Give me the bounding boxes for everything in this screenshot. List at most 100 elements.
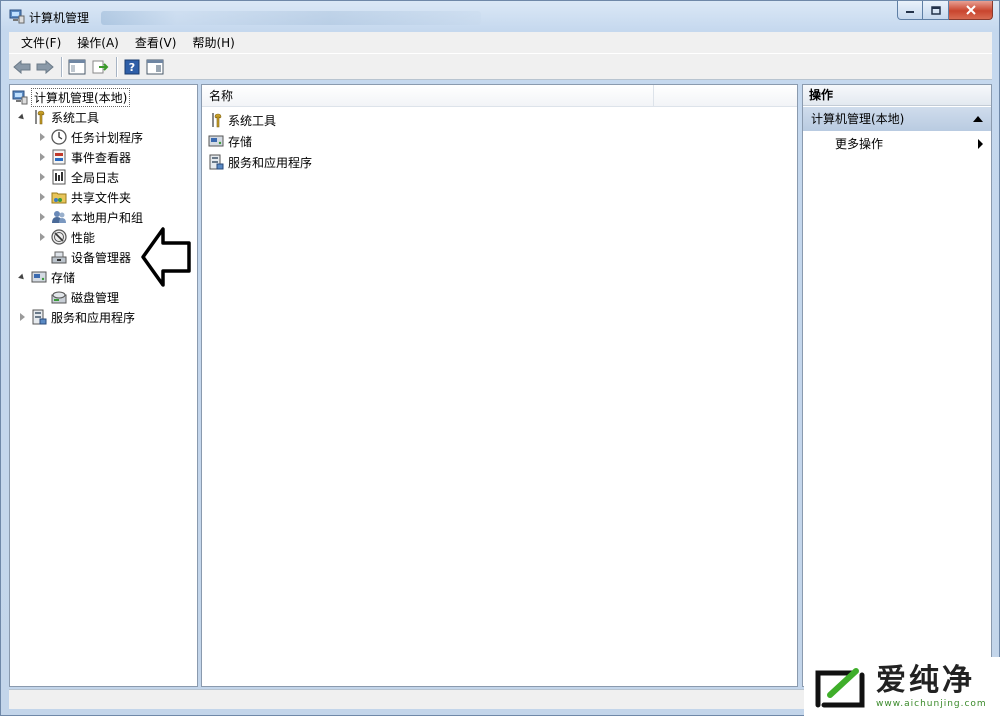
minimize-icon — [906, 11, 914, 13]
tree-label: 共享文件夹 — [71, 190, 132, 205]
tree-item-local-users[interactable]: 本地用户和组 — [36, 207, 143, 227]
tree-item-performance[interactable]: 性能 — [36, 227, 95, 247]
menu-view[interactable]: 查看(V) — [127, 34, 185, 51]
menu-action[interactable]: 操作(A) — [69, 34, 127, 51]
action-pane: 操作 计算机管理(本地) 更多操作 — [802, 84, 992, 687]
tree-label: 设备管理器 — [71, 250, 132, 265]
tools-icon — [208, 112, 224, 128]
tree-item-computer-management[interactable]: 计算机管理(本地) — [12, 87, 131, 107]
more-actions-item[interactable]: 更多操作 — [803, 133, 991, 155]
tree-label: 任务计划程序 — [71, 130, 144, 145]
menu-help[interactable]: 帮助(H) — [184, 34, 242, 51]
maximize-icon — [930, 5, 941, 15]
expand-triangle-icon[interactable] — [36, 191, 48, 203]
watermark-logo-icon — [815, 668, 865, 708]
storage-icon — [208, 133, 224, 149]
toolbar-separator — [61, 56, 62, 77]
export-icon — [92, 60, 109, 73]
tree-item-event-viewer[interactable]: 事件查看器 — [36, 147, 131, 167]
disk-icon — [51, 289, 67, 305]
expand-triangle-icon[interactable] — [36, 231, 48, 243]
watermark-url: www.aichunjing.com — [876, 699, 987, 709]
computer-management-icon — [9, 8, 25, 24]
list-item[interactable]: 服务和应用程序 — [208, 152, 312, 172]
tools-icon — [31, 109, 47, 125]
tree-label: 事件查看器 — [71, 150, 132, 165]
window-title: 计算机管理 — [29, 11, 90, 25]
event-viewer-icon — [51, 149, 67, 165]
tree-item-disk-management[interactable]: 磁盘管理 — [51, 287, 119, 307]
tree-item-shared-folders[interactable]: 共享文件夹 — [36, 187, 131, 207]
show-action-pane-button[interactable] — [144, 56, 166, 78]
title-bar[interactable]: 计算机管理 — [1, 1, 999, 31]
back-arrow-icon — [13, 59, 31, 74]
submenu-arrow-icon — [978, 139, 983, 149]
performance-icon — [51, 229, 67, 245]
list-item-label: 服务和应用程序 — [228, 155, 313, 170]
users-icon — [51, 209, 67, 225]
collapse-triangle-icon[interactable] — [16, 271, 28, 283]
action-section-label: 计算机管理(本地) — [811, 112, 905, 126]
storage-icon — [31, 269, 47, 285]
column-header-name[interactable]: 名称 — [202, 85, 654, 107]
clock-icon — [51, 129, 67, 145]
help-button[interactable]: ? — [121, 56, 143, 78]
maximize-button[interactable] — [923, 1, 949, 20]
forward-button[interactable] — [34, 56, 56, 78]
device-manager-icon — [51, 249, 67, 265]
expand-triangle-icon[interactable] — [36, 211, 48, 223]
tree-label: 性能 — [71, 230, 96, 245]
toolbar-separator — [116, 56, 117, 77]
computer-management-icon — [12, 89, 28, 105]
tree-label: 存储 — [51, 270, 76, 285]
back-button[interactable] — [11, 56, 33, 78]
list-item[interactable]: 存储 — [208, 131, 252, 151]
annotation-arrow-icon — [141, 227, 191, 287]
close-button[interactable] — [949, 1, 993, 20]
collapse-up-icon[interactable] — [973, 116, 983, 122]
svg-text:?: ? — [129, 61, 135, 74]
expand-triangle-icon[interactable] — [16, 311, 28, 323]
list-header: 名称 — [202, 85, 797, 107]
forward-arrow-icon — [36, 59, 54, 74]
title-overlay-blur — [101, 11, 481, 25]
more-actions-label: 更多操作 — [835, 137, 884, 151]
watermark-text: 爱纯净 www.aichunjing.com — [876, 665, 987, 710]
expand-triangle-icon[interactable] — [36, 151, 48, 163]
tree-item-global-logs[interactable]: 全局日志 — [36, 167, 119, 187]
list-item-label: 系统工具 — [228, 113, 277, 128]
tree-label: 磁盘管理 — [71, 290, 120, 305]
action-section-computer-management[interactable]: 计算机管理(本地) — [803, 107, 991, 131]
tree-label: 服务和应用程序 — [51, 310, 136, 325]
tree-item-task-scheduler[interactable]: 任务计划程序 — [36, 127, 143, 147]
tree-label: 系统工具 — [51, 110, 100, 125]
menu-file[interactable]: 文件(F) — [13, 34, 69, 51]
caption-buttons — [897, 1, 993, 21]
menu-bar: 文件(F) 操作(A) 查看(V) 帮助(H) — [9, 32, 992, 53]
services-icon — [31, 309, 47, 325]
collapse-triangle-icon[interactable] — [16, 111, 28, 123]
tree-item-device-manager[interactable]: 设备管理器 — [51, 247, 131, 267]
action-pane-title: 操作 — [803, 85, 991, 106]
export-list-button[interactable] — [89, 56, 111, 78]
shared-folder-icon — [51, 189, 67, 205]
tree-label: 本地用户和组 — [71, 210, 144, 225]
console-tree-pane: 计算机管理(本地) 系统工具 任务计划程序 事件查看器 全局日志 共享文件夹 本… — [9, 84, 198, 687]
tree-item-storage[interactable]: 存储 — [16, 267, 75, 287]
expand-triangle-icon[interactable] — [36, 131, 48, 143]
main-window: 计算机管理 文件(F) 操作(A) 查看(V) 帮助(H) ? 计算机管理(本地… — [0, 0, 1000, 716]
watermark: 爱纯净 www.aichunjing.com — [804, 657, 1000, 716]
action-pane-icon — [146, 59, 164, 74]
tree-item-services-apps[interactable]: 服务和应用程序 — [16, 307, 135, 327]
results-pane: 名称 系统工具 存储 服务和应用程序 — [201, 84, 798, 687]
show-hide-tree-button[interactable] — [66, 56, 88, 78]
tree-label: 全局日志 — [71, 170, 120, 185]
minimize-button[interactable] — [897, 1, 923, 20]
expand-triangle-icon[interactable] — [36, 171, 48, 183]
close-icon — [965, 5, 976, 15]
list-item[interactable]: 系统工具 — [208, 110, 276, 130]
toolbar: ? — [9, 53, 992, 80]
list-item-label: 存储 — [228, 134, 253, 149]
log-icon — [51, 169, 67, 185]
tree-item-system-tools[interactable]: 系统工具 — [16, 107, 99, 127]
